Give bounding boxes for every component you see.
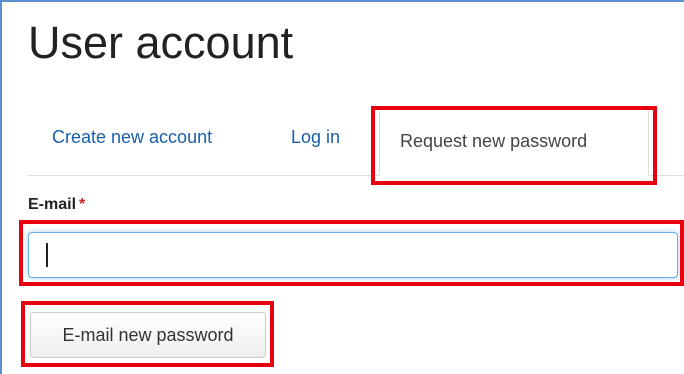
email-label: E-mail * <box>28 197 85 213</box>
tab-log-in[interactable]: Log in <box>291 128 340 146</box>
text-caret <box>46 243 48 267</box>
tab-create-new-account[interactable]: Create new account <box>52 128 212 146</box>
email-new-password-button[interactable]: E-mail new password <box>30 312 266 358</box>
tab-request-new-password-label: Request new password <box>400 131 588 151</box>
email-input[interactable] <box>28 232 678 278</box>
page-title: User account <box>28 17 294 68</box>
email-label-text: E-mail <box>28 196 77 213</box>
required-marker: * <box>79 196 86 213</box>
